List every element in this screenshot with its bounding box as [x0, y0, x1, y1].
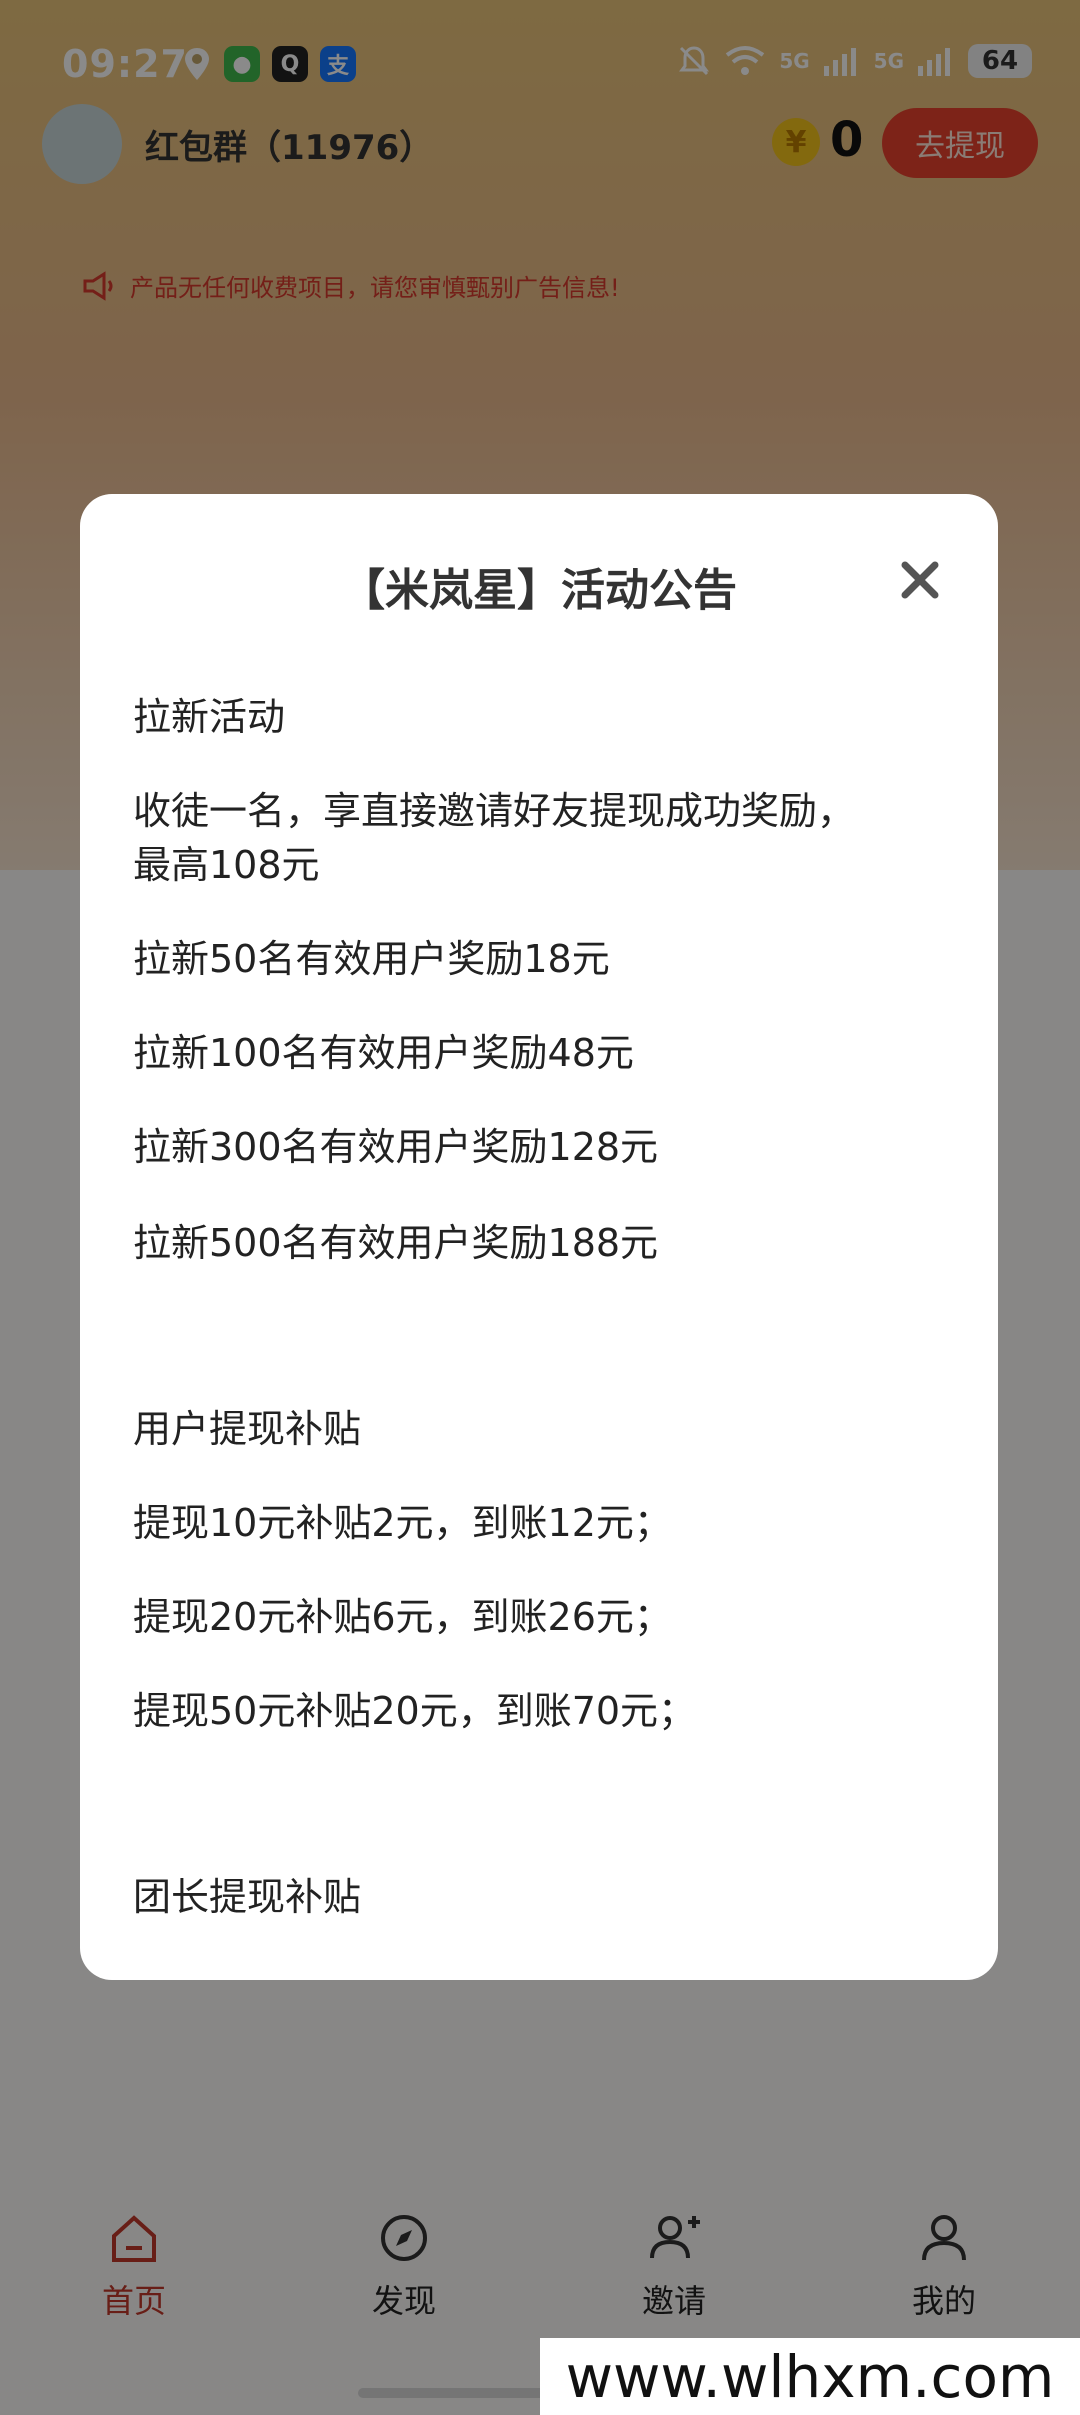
- announcement-modal: 【米岚星】活动公告 拉新活动 收徒一名，享直接邀请好友提现成功奖励， 最高108…: [80, 494, 998, 1980]
- announcement-line: 拉新500名有效用户奖励188元: [133, 1221, 659, 1265]
- watermark: www.wlhxm.com: [540, 2338, 1080, 2415]
- announcement-line: 提现20元补贴6元，到账26元；: [133, 1595, 672, 1639]
- modal-title: 【米岚星】活动公告: [341, 565, 737, 616]
- section-heading: 用户提现补贴: [133, 1407, 362, 1451]
- section-heading: 团长提现补贴: [133, 1875, 362, 1919]
- announcement-line: 收徒一名，享直接邀请好友提现成功奖励，: [133, 789, 856, 833]
- section-heading: 拉新活动: [133, 695, 286, 739]
- announcement-line: 拉新100名有效用户奖励48元: [133, 1031, 634, 1075]
- announcement-line: 拉新300名有效用户奖励128元: [133, 1125, 659, 1169]
- announcement-line: 提现50元补贴20元，到账70元；: [133, 1689, 697, 1733]
- announcement-line: 提现10元补贴2元，到账12元；: [133, 1501, 672, 1545]
- close-icon: [901, 561, 939, 599]
- close-button[interactable]: [894, 554, 946, 606]
- announcement-line: 拉新50名有效用户奖励18元: [133, 937, 610, 981]
- announcement-line: 最高108元: [133, 843, 320, 887]
